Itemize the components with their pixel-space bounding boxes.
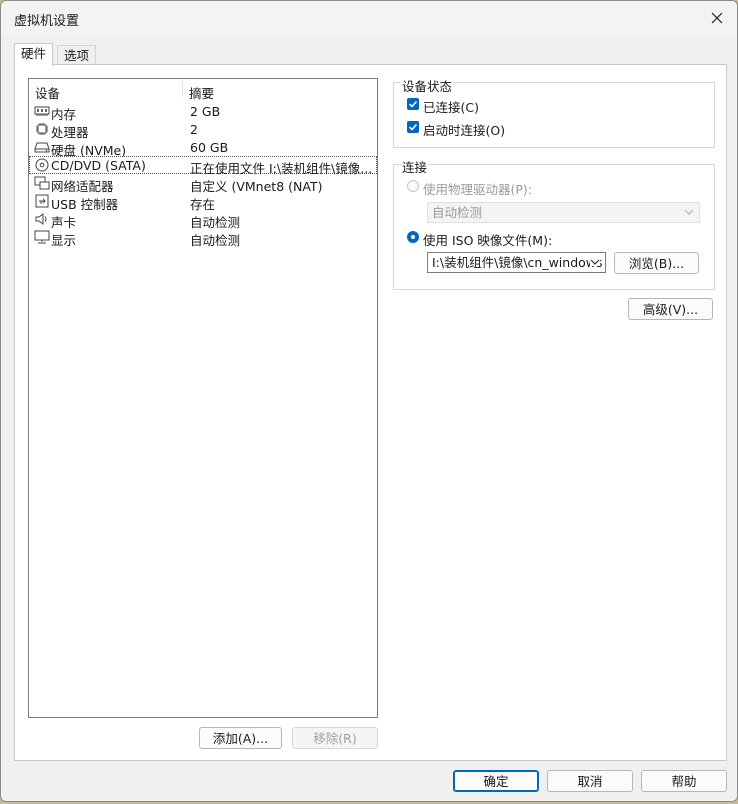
browse-button-label: 浏览(B)...: [628, 256, 685, 271]
column-header-device[interactable]: 设备: [35, 83, 60, 102]
help-button-label: 帮助: [671, 774, 697, 789]
device-row-display[interactable]: 显示 自动检测: [29, 228, 377, 248]
remove-device-button[interactable]: 移除(R): [292, 727, 378, 749]
add-device-button-label: 添加(A)...: [212, 731, 269, 746]
chevron-down-icon: [590, 259, 600, 266]
device-name: CD/DVD (SATA): [51, 158, 146, 173]
help-button[interactable]: 帮助: [641, 770, 727, 792]
hardware-tab-panel: 设备 摘要 内存 2 GB 处理器 2 硬盘 (NVMe) 60 GB CD/D…: [14, 64, 727, 761]
device-row-memory[interactable]: 内存 2 GB: [29, 102, 377, 122]
vm-settings-window: 虚拟机设置 硬件 选项 设备 摘要 内存 2 GB 处理器 2 硬盘 (NVMe…: [0, 0, 738, 802]
network-adapter-icon: [34, 176, 50, 190]
usb-icon: [35, 194, 49, 208]
device-row-usb-controller[interactable]: USB 控制器 存在: [29, 192, 377, 212]
chevron-down-icon: [684, 209, 694, 215]
iso-image-path-select[interactable]: I:\装机组件\镜像\cn_windows: [427, 252, 606, 273]
physical-drive-value: 自动检测: [432, 205, 483, 220]
connection-title: 连接: [401, 157, 429, 176]
device-row-hard-disk[interactable]: 硬盘 (NVMe) 60 GB: [29, 138, 377, 158]
connect-at-power-on-checkbox[interactable]: [407, 121, 419, 133]
connect-at-power-on-label[interactable]: 启动时连接(O): [423, 120, 505, 139]
device-row-cd-dvd[interactable]: CD/DVD (SATA) 正在使用文件 I:\装机组件\镜像...: [29, 156, 377, 176]
window-title: 虚拟机设置: [14, 14, 80, 29]
device-row-network-adapter[interactable]: 网络适配器 自定义 (VMnet8 (NAT): [29, 174, 377, 194]
device-list[interactable]: 设备 摘要 内存 2 GB 处理器 2 硬盘 (NVMe) 60 GB CD/D…: [28, 78, 378, 718]
display-icon: [34, 230, 50, 244]
remove-device-button-label: 移除(R): [313, 731, 357, 746]
connected-label[interactable]: 已连接(C): [423, 97, 479, 116]
physical-drive-radio[interactable]: [407, 180, 419, 192]
device-list-header: 设备 摘要: [29, 79, 377, 102]
browse-button[interactable]: 浏览(B)...: [614, 252, 699, 274]
checkmark-icon: [408, 100, 418, 108]
device-row-sound-card[interactable]: 声卡 自动检测: [29, 210, 377, 230]
iso-image-radio[interactable]: [407, 231, 419, 243]
device-summary: 2 GB: [190, 104, 221, 119]
title-bar: 虚拟机设置: [1, 1, 737, 35]
add-device-button[interactable]: 添加(A)...: [199, 727, 282, 749]
device-summary: 自动检测: [190, 233, 241, 248]
close-icon: [711, 12, 723, 24]
speaker-icon: [35, 213, 47, 225]
device-name: 显示: [51, 233, 77, 248]
device-summary: 60 GB: [190, 140, 229, 155]
device-summary: 2: [190, 122, 198, 137]
cd-dvd-icon: [35, 158, 49, 172]
iso-image-path-value: I:\装机组件\镜像\cn_windows: [432, 255, 603, 270]
ok-button-label: 确定: [483, 774, 509, 789]
cancel-button[interactable]: 取消: [547, 770, 633, 792]
device-row-processor[interactable]: 处理器 2: [29, 120, 377, 140]
advanced-button[interactable]: 高级(V)...: [628, 298, 713, 320]
physical-drive-label[interactable]: 使用物理驱动器(P):: [423, 179, 532, 198]
iso-image-label[interactable]: 使用 ISO 映像文件(M):: [423, 230, 552, 249]
hard-disk-icon: [34, 142, 50, 153]
device-status-title: 设备状态: [401, 76, 454, 95]
connected-checkbox[interactable]: [407, 98, 419, 110]
tab-hardware[interactable]: 硬件: [14, 43, 54, 66]
tab-options[interactable]: 选项: [57, 45, 97, 66]
physical-drive-select[interactable]: 自动检测: [427, 202, 700, 223]
memory-icon: [34, 106, 50, 116]
column-header-summary[interactable]: 摘要: [189, 83, 214, 102]
advanced-button-label: 高级(V)...: [642, 302, 699, 317]
cancel-button-label: 取消: [577, 774, 603, 789]
ok-button[interactable]: 确定: [453, 770, 539, 792]
processor-icon: [36, 123, 48, 135]
checkmark-icon: [408, 123, 418, 131]
close-button[interactable]: [697, 1, 737, 35]
